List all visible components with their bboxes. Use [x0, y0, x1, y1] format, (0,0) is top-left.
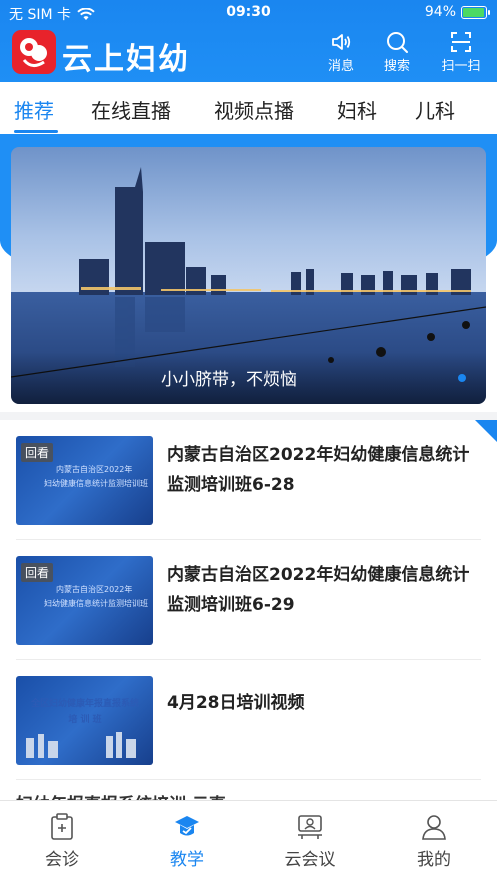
tab-live[interactable]: 在线直播 — [91, 95, 171, 124]
video-title: 内蒙古自治区2022年妇幼健康信息统计监测培训班6-29 — [167, 565, 470, 615]
scan-icon — [451, 32, 471, 52]
bottom-navigation: 会诊 教学 云会议 我的 — [0, 800, 497, 883]
list-item[interactable]: 回看 内蒙古自治区2022年 妇幼健康信息统计监测培训班 内蒙古自治区2022年… — [0, 540, 497, 660]
messages-label: 消息 — [327, 59, 354, 74]
nav-cloud-meeting[interactable]: 云会议 — [265, 813, 355, 870]
section-divider — [0, 412, 497, 420]
nav-label: 会诊 — [45, 850, 79, 870]
list-item[interactable]: 全区妇幼健康年报直报系统 培 训 班 4月28日培训视频 — [0, 660, 497, 780]
replay-badge: 回看 — [21, 443, 54, 462]
carousel-indicator — [458, 374, 466, 382]
thumbnail-text: 内蒙古自治区2022年 — [56, 465, 133, 474]
nav-label: 我的 — [417, 850, 451, 870]
scan-label: 扫一扫 — [441, 59, 481, 74]
banner-carousel[interactable]: 小小脐带，不烦恼 — [11, 147, 486, 404]
scan-button[interactable]: 扫一扫 — [436, 30, 486, 76]
search-icon — [387, 32, 408, 53]
thumbnail-text: 内蒙古自治区2022年 — [56, 585, 133, 594]
list-item[interactable]: 回看 内蒙古自治区2022年 妇幼健康信息统计监测培训班 内蒙古自治区2022年… — [0, 420, 497, 540]
active-tab-indicator — [14, 130, 58, 133]
battery-level — [463, 7, 484, 17]
tab-recommended[interactable]: 推荐 — [14, 95, 54, 124]
app-title: 云上妇幼 — [62, 42, 190, 77]
app-logo — [12, 30, 56, 74]
video-thumbnail: 回看 内蒙古自治区2022年 妇幼健康信息统计监测培训班 — [16, 556, 153, 645]
nav-teaching[interactable]: 教学 — [142, 813, 232, 870]
graduation-icon — [175, 816, 199, 836]
nav-label: 云会议 — [284, 850, 336, 870]
nav-consultation[interactable]: 会诊 — [17, 813, 107, 870]
messages-button[interactable]: 消息 — [316, 30, 366, 76]
banner-title: 小小脐带，不烦恼 — [161, 370, 297, 390]
thumbnail-text: 妇幼健康信息统计监测培训班 — [44, 599, 148, 608]
user-icon — [422, 815, 446, 840]
skyline-graphic — [26, 732, 136, 758]
search-button[interactable]: 搜索 — [372, 30, 422, 76]
nav-label: 教学 — [170, 850, 204, 870]
search-label: 搜索 — [383, 59, 410, 74]
replay-badge: 回看 — [21, 563, 54, 582]
nav-profile[interactable]: 我的 — [389, 813, 479, 870]
meeting-icon — [298, 815, 322, 839]
tab-on-demand[interactable]: 视频点播 — [214, 95, 294, 124]
status-bar: 无 SIM 卡 09:30 94% — [0, 0, 497, 26]
top-header: 无 SIM 卡 09:30 94% 云上妇幼 消息 搜索 扫一扫 — [0, 0, 497, 82]
video-thumbnail: 全区妇幼健康年报直报系统 培 训 班 — [16, 676, 153, 765]
clipboard-icon — [51, 813, 73, 840]
thumbnail-text: 妇幼健康信息统计监测培训班 — [44, 479, 148, 488]
video-thumbnail: 回看 内蒙古自治区2022年 妇幼健康信息统计监测培训班 — [16, 436, 153, 525]
battery-percent: 94% — [424, 4, 456, 20]
divider — [16, 779, 481, 780]
video-title: 内蒙古自治区2022年妇幼健康信息统计监测培训班6-28 — [167, 445, 470, 495]
battery-icon — [461, 5, 490, 19]
logo-mark-icon — [20, 38, 47, 67]
tab-pediatrics[interactable]: 儿科 — [415, 95, 455, 124]
category-tabs: 推荐 在线直播 视频点播 妇科 儿科 — [0, 82, 497, 134]
tab-gynecology[interactable]: 妇科 — [337, 95, 377, 124]
clock: 09:30 — [226, 4, 271, 20]
video-title: 4月28日培训视频 — [167, 693, 305, 713]
speaker-icon — [332, 34, 351, 50]
